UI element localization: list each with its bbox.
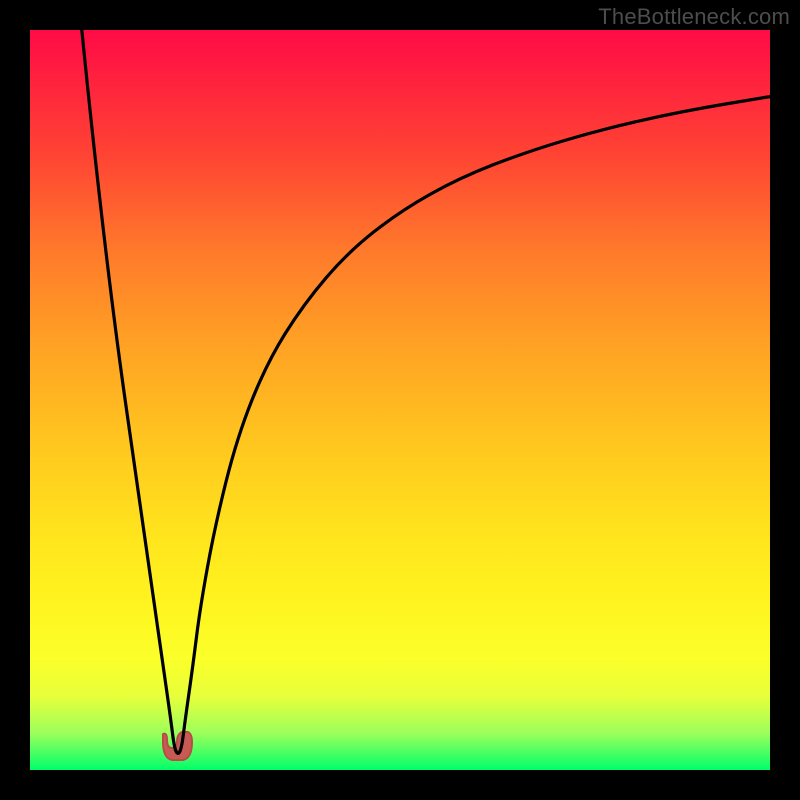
chart-svg [30,30,770,770]
watermark-text: TheBottleneck.com [598,4,790,30]
bottleneck-curve [82,30,770,753]
min-marker [163,732,192,760]
outer-frame: TheBottleneck.com [0,0,800,800]
plot-area [30,30,770,770]
